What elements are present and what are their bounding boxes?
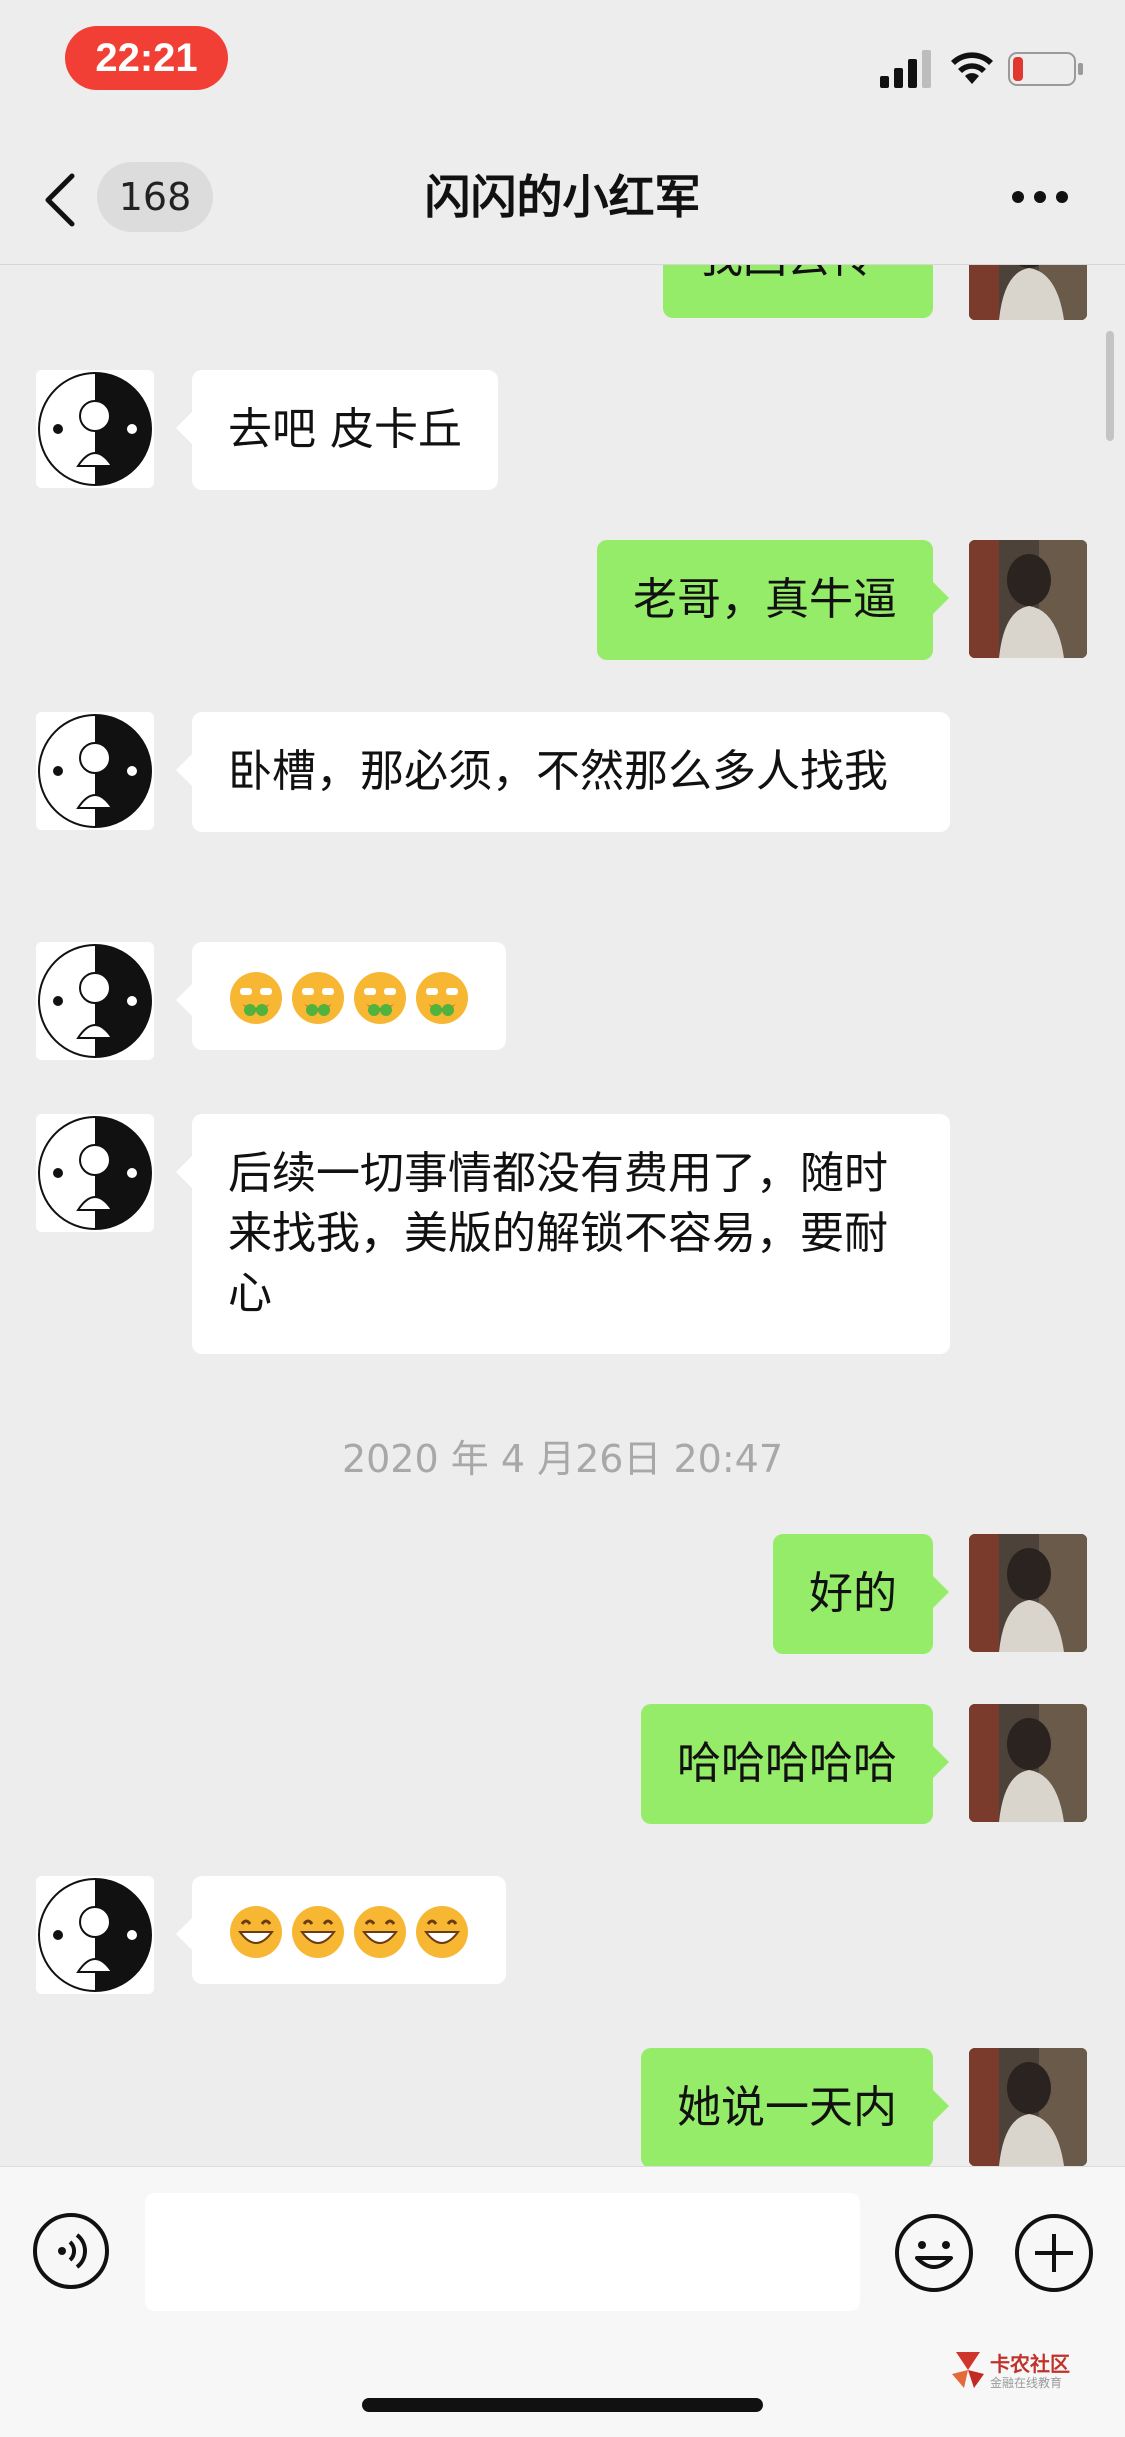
message-input[interactable]	[145, 2193, 860, 2311]
watermark-name: 卡农社区	[990, 2352, 1070, 2376]
message-text: 老哥，真牛逼	[633, 574, 897, 625]
yin-yang-avatar-icon	[36, 1876, 154, 1994]
message-bubble-incoming[interactable]	[176, 1876, 506, 1984]
unread-count-badge[interactable]: 168	[97, 162, 213, 232]
grinning-face-icon	[230, 1906, 282, 1958]
yin-yang-avatar-icon	[36, 712, 154, 830]
battery-icon	[1008, 52, 1083, 86]
avatar-contact[interactable]	[36, 942, 154, 1060]
message-bubble-outgoing[interactable]: 好的	[773, 1534, 949, 1654]
home-indicator[interactable]	[362, 2398, 763, 2412]
avatar-contact[interactable]	[36, 712, 154, 830]
voice-icon[interactable]	[32, 2212, 110, 2290]
status-bar: 22:21	[0, 0, 1125, 130]
avatar-self[interactable]	[969, 540, 1087, 658]
scrollbar[interactable]	[1106, 331, 1114, 441]
status-time: 22:21	[65, 26, 228, 90]
avatar-self[interactable]	[969, 1704, 1087, 1822]
message-text: 好的	[809, 1568, 897, 1619]
avatar-contact[interactable]	[36, 1114, 154, 1232]
chat-header: 168 闪闪的小红军	[0, 130, 1125, 265]
watermark-logo-icon	[952, 2352, 984, 2388]
avatar-self[interactable]	[969, 2048, 1087, 2166]
message-bubble-outgoing[interactable]: 我回去传	[663, 264, 933, 318]
yin-yang-avatar-icon	[36, 942, 154, 1060]
emoji-icon[interactable]	[893, 2212, 975, 2294]
yin-yang-avatar-icon	[36, 1114, 154, 1232]
message-bubble-outgoing[interactable]: 老哥，真牛逼	[597, 540, 949, 660]
message-text: 卧槽，那必须，不然那么多人找我	[228, 746, 888, 797]
avatar-self[interactable]	[969, 264, 1087, 320]
emoji-row	[228, 1900, 470, 1960]
chat-messages[interactable]: 我回去传 去吧 皮卡丘 老哥，真牛逼 卧槽，那必须，不然那么多人找我	[0, 264, 1125, 2166]
avatar-contact[interactable]	[36, 1876, 154, 1994]
message-bubble-outgoing[interactable]: 哈哈哈哈哈	[641, 1704, 949, 1824]
message-text: 我回去传	[699, 264, 875, 288]
message-bubble-incoming[interactable]: 去吧 皮卡丘	[176, 370, 498, 490]
drooling-face-icon	[292, 972, 344, 1024]
back-chevron-icon[interactable]	[42, 172, 78, 228]
emoji-row	[228, 966, 470, 1026]
message-bubble-outgoing[interactable]: 她说一天内	[641, 2048, 949, 2166]
message-bubble-incoming[interactable]	[176, 942, 506, 1050]
drooling-face-icon	[354, 972, 406, 1024]
drooling-face-icon	[230, 972, 282, 1024]
message-text: 后续一切事情都没有费用了，随时来找我，美版的解锁不容易，要耐心	[228, 1148, 888, 1319]
avatar-contact[interactable]	[36, 370, 154, 488]
message-bubble-incoming[interactable]: 后续一切事情都没有费用了，随时来找我，美版的解锁不容易，要耐心	[176, 1114, 950, 1354]
message-text: 她说一天内	[677, 2082, 897, 2133]
watermark-subtitle: 金融在线教育	[990, 2376, 1063, 2390]
drooling-face-icon	[416, 972, 468, 1024]
message-text: 去吧 皮卡丘	[228, 404, 462, 455]
message-bubble-incoming[interactable]: 卧槽，那必须，不然那么多人找我	[176, 712, 950, 832]
grinning-face-icon	[292, 1906, 344, 1958]
message-timestamp: 2020 年 4 月26日 20:47	[341, 1437, 784, 1481]
yin-yang-avatar-icon	[36, 370, 154, 488]
avatar-self[interactable]	[969, 1534, 1087, 1652]
message-text: 哈哈哈哈哈	[677, 1738, 897, 1789]
wifi-icon	[951, 52, 993, 84]
signal-icon	[880, 50, 931, 88]
plus-icon[interactable]	[1013, 2212, 1095, 2294]
more-icon[interactable]	[1010, 188, 1070, 206]
input-bar	[0, 2166, 1125, 2437]
grinning-face-icon	[416, 1906, 468, 1958]
grinning-face-icon	[354, 1906, 406, 1958]
